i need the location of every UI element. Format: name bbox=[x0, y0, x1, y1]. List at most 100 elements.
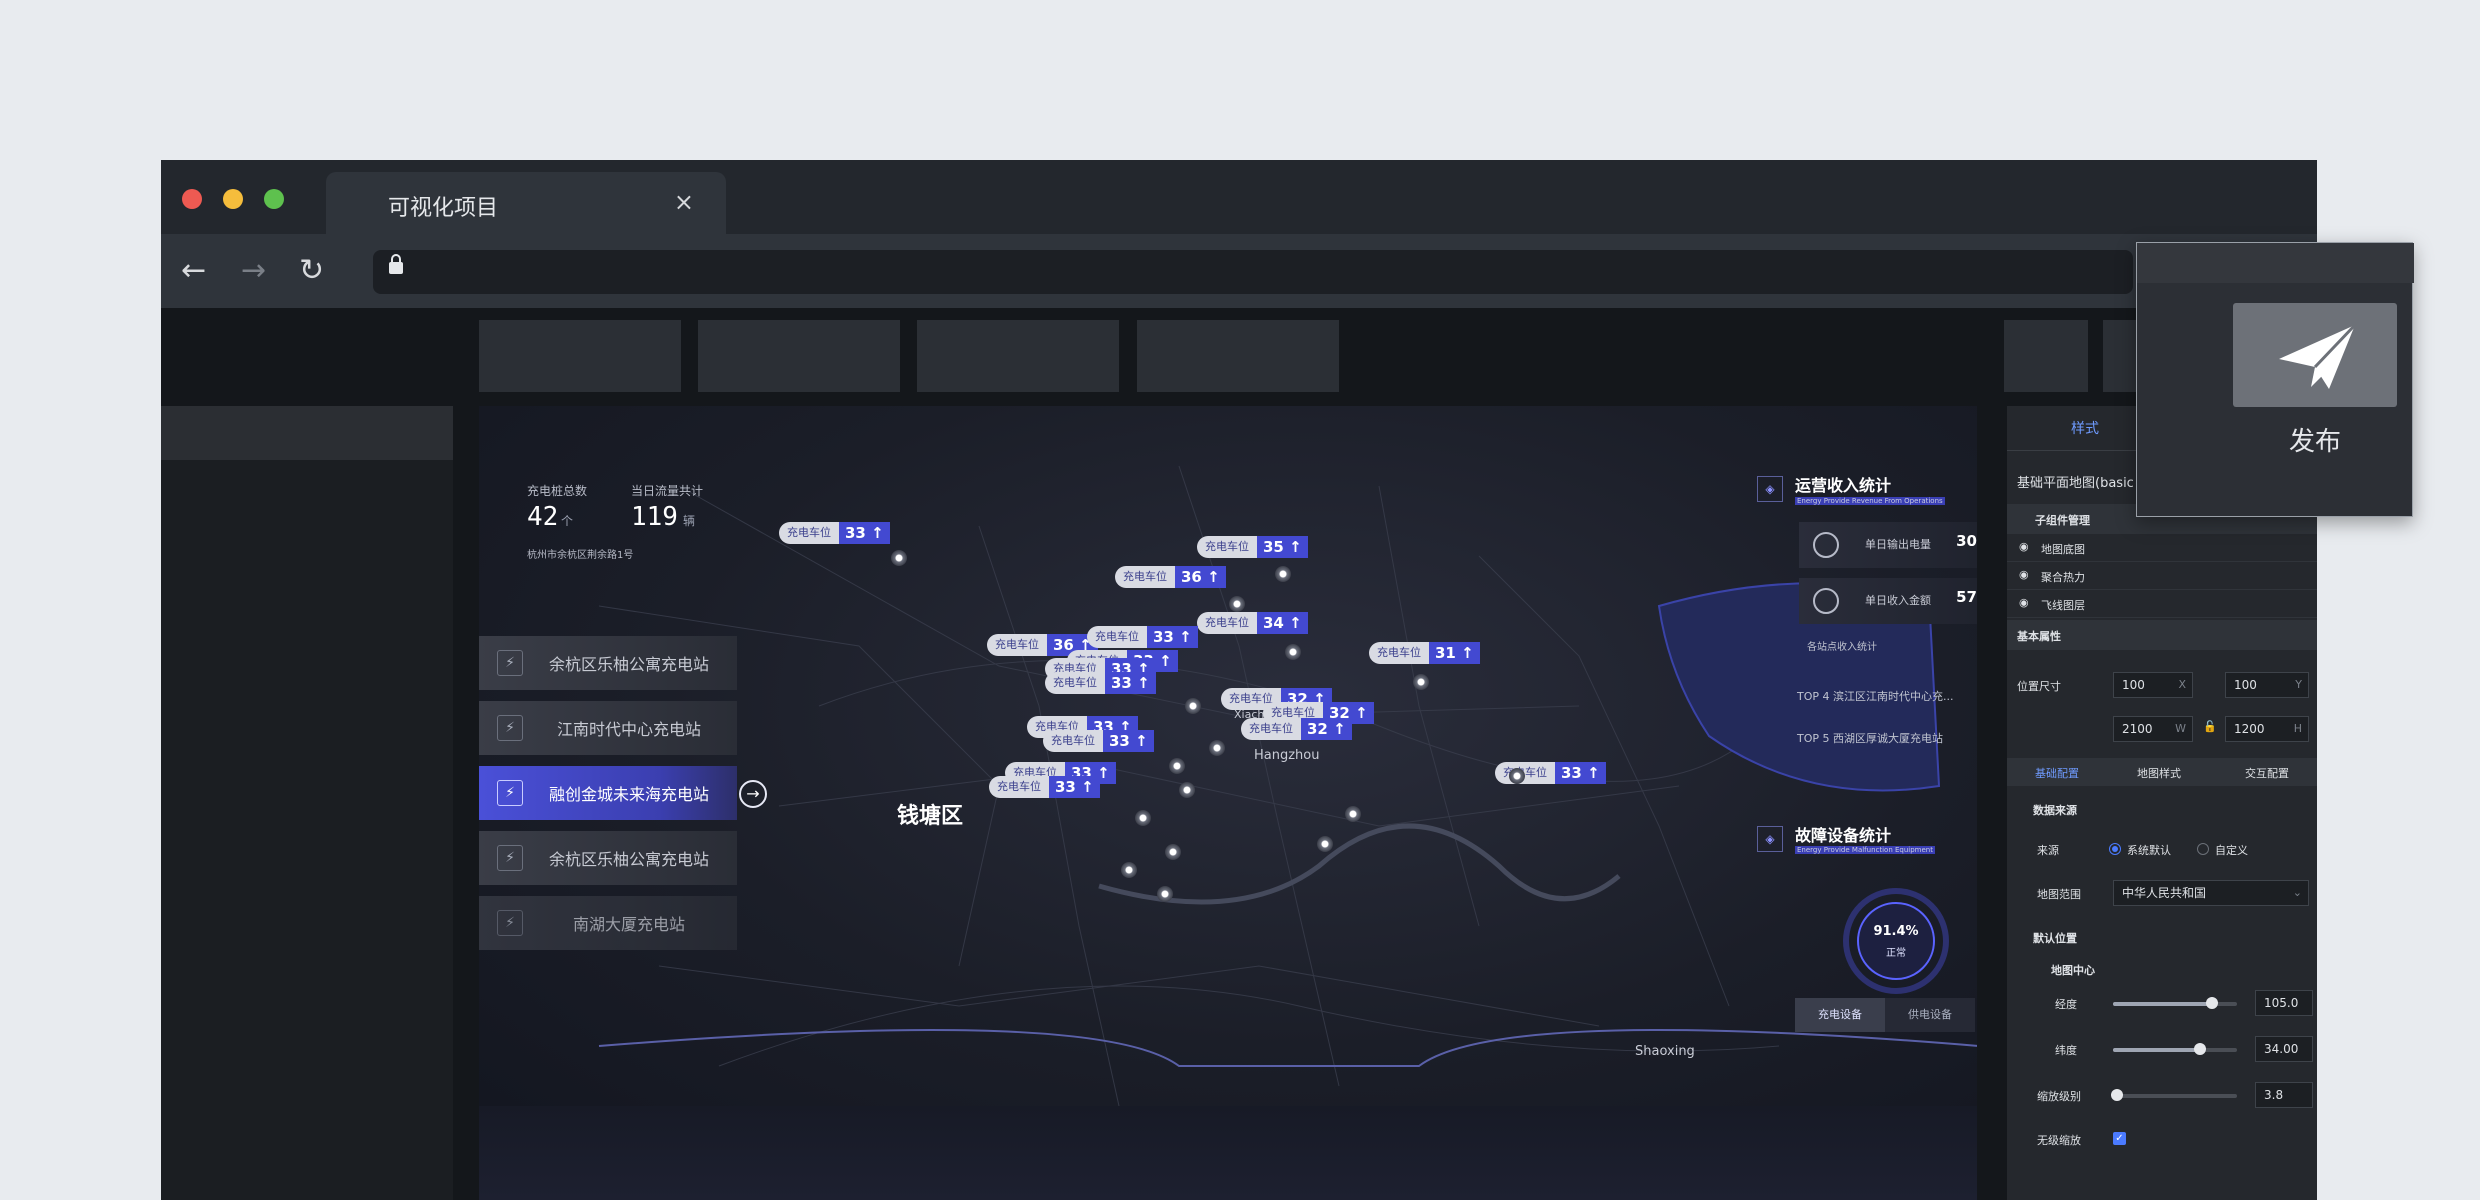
back-button[interactable]: ← bbox=[181, 256, 206, 286]
free-zoom-checkbox[interactable]: ✓ bbox=[2113, 1132, 2126, 1145]
layer-row[interactable]: ◉ 地图底图 bbox=[2007, 534, 2317, 562]
charging-marker[interactable]: 充电车位33 ↑ bbox=[1045, 672, 1156, 694]
eye-icon[interactable]: ◉ bbox=[2019, 540, 2029, 553]
zoom-input[interactable]: 3.8 bbox=[2255, 1082, 2313, 1108]
lat-input[interactable]: 34.00 bbox=[2255, 1036, 2313, 1062]
address-bar[interactable] bbox=[373, 250, 2133, 294]
layer-list-header[interactable] bbox=[161, 406, 453, 460]
publish-label: 发布 bbox=[2288, 427, 2341, 457]
city-map[interactable]: 充电桩总数 42 个 当日流量共计 119 辆 杭州市余杭区荆余路1号 ⚡ 余杭… bbox=[479, 406, 1977, 1146]
browser-tab[interactable]: 可视化项目 × bbox=[326, 172, 726, 234]
default-pos-title[interactable]: 默认位置 bbox=[2033, 930, 2077, 946]
fault-gauge: 91.4% 正常 bbox=[1841, 886, 1951, 996]
lng-input[interactable]: 105.0 bbox=[2255, 990, 2313, 1016]
charging-marker[interactable]: 充电车位 35 ↑ bbox=[1197, 536, 1308, 558]
range-select[interactable]: 中华人民共和国 ⌄ bbox=[2113, 880, 2309, 906]
station-pin[interactable] bbox=[1345, 806, 1361, 822]
basic-props-section[interactable]: 基本属性 bbox=[2007, 620, 2317, 650]
toolbar-slot-5[interactable] bbox=[2004, 320, 2088, 392]
station-pin[interactable] bbox=[1209, 740, 1225, 756]
layer-row[interactable]: ◉ 聚合热力 bbox=[2007, 562, 2317, 590]
rank-item[interactable]: TOP 4 滨江区江南时代中心充... bbox=[1797, 688, 1954, 704]
dashboard-canvas[interactable]: 充电桩总数 42 个 当日流量共计 119 辆 杭州市余杭区荆余路1号 ⚡ 余杭… bbox=[479, 406, 1977, 1200]
marker-label: 充电车位 bbox=[1087, 626, 1147, 648]
marker-value: 33 ↑ bbox=[1103, 730, 1154, 752]
charging-marker[interactable]: 充电车位 36 ↑ bbox=[1115, 566, 1226, 588]
toolbar-slot-1[interactable] bbox=[479, 320, 681, 392]
layer-list-panel bbox=[161, 406, 453, 1200]
eye-icon[interactable]: ◉ bbox=[2019, 596, 2029, 609]
charging-marker[interactable]: 充电车位 32 ↑ bbox=[1241, 718, 1352, 740]
station-pin[interactable] bbox=[1509, 768, 1525, 784]
rank-item[interactable]: TOP 5 西湖区厚诚大厦充电站 bbox=[1797, 730, 1943, 746]
power-icon bbox=[1813, 532, 1839, 558]
close-tab-icon[interactable]: × bbox=[674, 188, 694, 216]
station-pin[interactable] bbox=[891, 550, 907, 566]
w-input[interactable]: 2100 W bbox=[2113, 716, 2193, 742]
map-center-title[interactable]: 地图中心 bbox=[2051, 962, 2095, 978]
toolbar-slot-4[interactable] bbox=[1137, 320, 1339, 392]
lock-ratio-icon[interactable]: 🔓 bbox=[2203, 720, 2217, 733]
tab-map-style[interactable]: 地图样式 bbox=[2137, 765, 2181, 781]
tab-style[interactable]: 样式 bbox=[2071, 418, 2099, 438]
station-item[interactable]: ⚡ 余杭区乐柚公寓充电站 bbox=[479, 831, 737, 885]
lng-slider[interactable] bbox=[2113, 997, 2237, 1009]
forward-button[interactable]: → bbox=[241, 256, 266, 286]
station-pin[interactable] bbox=[1185, 698, 1201, 714]
toolbar-slot-3[interactable] bbox=[917, 320, 1119, 392]
station-label: 余杭区乐柚公寓充电站 bbox=[548, 850, 709, 869]
station-pin[interactable] bbox=[1317, 836, 1333, 852]
eye-icon[interactable]: ◉ bbox=[2019, 568, 2029, 581]
charging-marker[interactable]: 充电车位33 ↑ bbox=[779, 522, 890, 544]
fault-icon: ◈ bbox=[1757, 826, 1783, 852]
station-pin[interactable] bbox=[1169, 758, 1185, 774]
tab-basic-config[interactable]: 基础配置 bbox=[2035, 765, 2079, 781]
station-item[interactable]: ⚡ 江南时代中心充电站 bbox=[479, 701, 737, 755]
publish-button[interactable] bbox=[2233, 303, 2397, 407]
toolbar-slot-2[interactable] bbox=[698, 320, 900, 392]
marker-label: 充电车位 bbox=[1045, 672, 1105, 694]
tab-charging-devices[interactable]: 充电设备 bbox=[1795, 998, 1885, 1032]
h-input[interactable]: 1200 H bbox=[2225, 716, 2309, 742]
y-input[interactable]: 100 Y bbox=[2225, 672, 2309, 698]
kpi-income-value: 57 bbox=[1956, 588, 1977, 606]
station-item[interactable]: ⚡ 余杭区乐柚公寓充电站 bbox=[479, 636, 737, 690]
station-item-active[interactable]: ⚡ 融创金城未来海充电站 → bbox=[479, 766, 767, 820]
station-pin[interactable] bbox=[1413, 674, 1429, 690]
arrow-right-icon[interactable]: → bbox=[739, 780, 767, 808]
layer-row[interactable]: ◉ 飞线图层 bbox=[2007, 590, 2317, 618]
tab-interaction[interactable]: 交互配置 bbox=[2245, 765, 2289, 781]
close-window-button[interactable] bbox=[182, 189, 202, 209]
minimize-window-button[interactable] bbox=[223, 189, 243, 209]
station-pin[interactable] bbox=[1135, 810, 1151, 826]
station-pin[interactable] bbox=[1121, 862, 1137, 878]
x-input[interactable]: 100 X bbox=[2113, 672, 2193, 698]
lng-value: 105.0 bbox=[2264, 996, 2299, 1010]
station-item[interactable]: ⚡ 南湖大厦充电站 bbox=[479, 896, 737, 950]
charging-marker[interactable]: 充电车位33 ↑ bbox=[1087, 626, 1198, 648]
kpi-output-value: 30 bbox=[1956, 532, 1977, 550]
charging-marker[interactable]: 充电车位33 ↑ bbox=[989, 776, 1100, 798]
radio-system-default[interactable] bbox=[2109, 843, 2121, 855]
charger-icon: ⚡ bbox=[497, 845, 523, 871]
charging-marker[interactable]: 充电车位 34 ↑ bbox=[1197, 612, 1308, 634]
data-source-title[interactable]: 数据来源 bbox=[2033, 802, 2077, 818]
lat-slider[interactable] bbox=[2113, 1043, 2237, 1055]
maximize-window-button[interactable] bbox=[264, 189, 284, 209]
charging-marker[interactable]: 充电车位33 ↑ bbox=[1043, 730, 1154, 752]
station-pin[interactable] bbox=[1275, 566, 1291, 582]
charging-marker[interactable]: 充电车位 31 ↑ bbox=[1369, 642, 1480, 664]
station-pin[interactable] bbox=[1165, 844, 1181, 860]
reload-button[interactable]: ↻ bbox=[299, 256, 324, 286]
radio-custom[interactable] bbox=[2197, 843, 2209, 855]
zoom-slider[interactable] bbox=[2110, 1089, 2237, 1101]
station-pin[interactable] bbox=[1285, 644, 1301, 660]
tab-power-devices[interactable]: 供电设备 bbox=[1885, 998, 1975, 1032]
marker-label: 充电车位 bbox=[1197, 612, 1257, 634]
station-pin[interactable] bbox=[1229, 596, 1245, 612]
popover-header bbox=[2137, 243, 2414, 283]
stat-flow-value: 119 bbox=[631, 502, 678, 532]
browser-window: 可视化项目 × ← → ↻ 充电桩总数 42 个 当日流量共计 119 辆 杭州… bbox=[161, 160, 2317, 1200]
station-pin[interactable] bbox=[1157, 886, 1173, 902]
station-pin[interactable] bbox=[1179, 782, 1195, 798]
